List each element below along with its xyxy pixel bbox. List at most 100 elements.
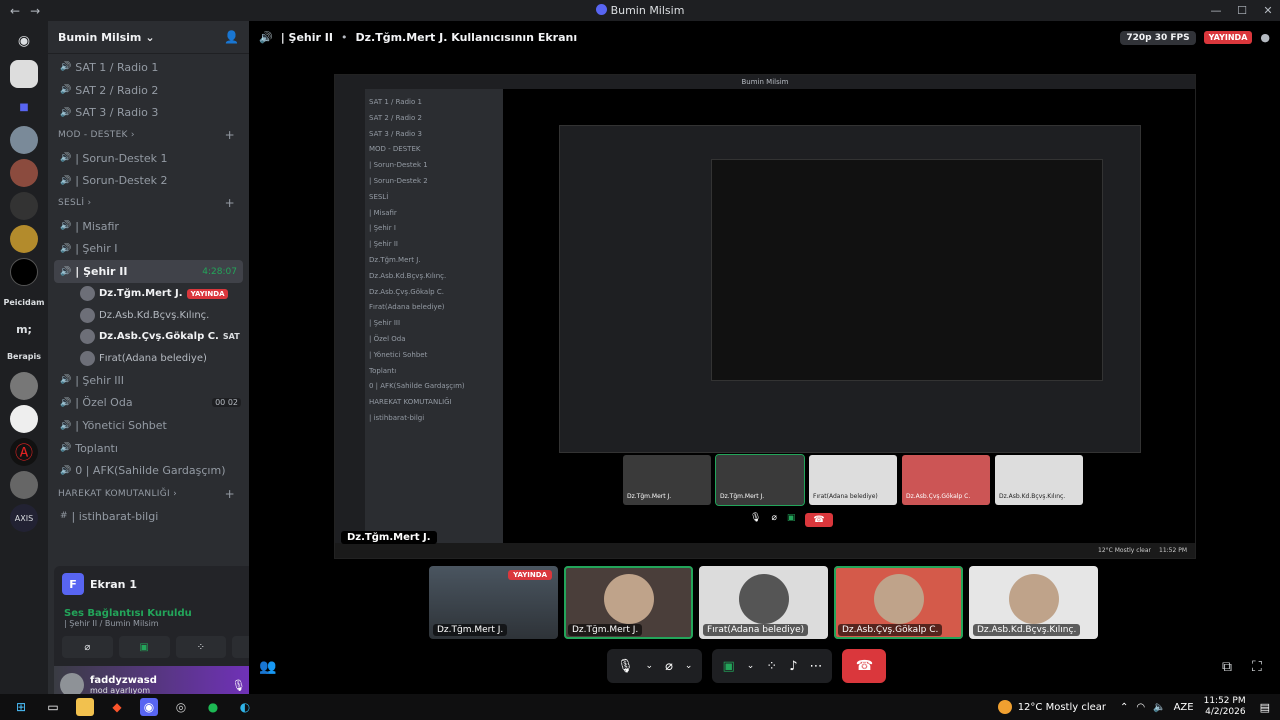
chevron-up-icon[interactable]: ⌃	[1120, 702, 1128, 713]
nested-channel-item: | Özel Oda	[369, 334, 406, 343]
participant-tile[interactable]: YAYINDA Dz.Tğm.Mert J.	[429, 566, 558, 639]
guild-icon-axis[interactable]: AXIS	[10, 504, 38, 532]
channel-yonetici-sohbet[interactable]: 🔊 | Yönetici Sohbet	[54, 414, 243, 437]
guild-icon-5[interactable]	[10, 225, 38, 253]
soundboard-icon[interactable]: ♪	[789, 659, 797, 674]
screen-share-button-icon[interactable]: ▣	[118, 636, 170, 658]
spotify-icon[interactable]: ●	[204, 698, 222, 716]
task-view-icon[interactable]: ▭	[44, 698, 62, 716]
activities-icon[interactable]: ⁘	[766, 659, 777, 674]
guild-icon-4[interactable]	[10, 192, 38, 220]
maximize-button[interactable]: ☐	[1230, 4, 1254, 17]
popout-icon[interactable]: ⧉	[1222, 659, 1232, 675]
activities-icon[interactable]: ⁘	[175, 636, 227, 658]
mic-camera-group: 🎙 ⌄ ⌀ ⌄	[607, 649, 703, 683]
invite-icon[interactable]: 👥	[259, 659, 276, 675]
channel-sat1[interactable]: 🔊 SAT 1 / Radio 1	[54, 56, 243, 79]
nested-controls: 🎙 ⌀ ▣ ☎	[750, 513, 833, 527]
add-channel-icon[interactable]: +	[225, 487, 243, 501]
guild-icon-9[interactable]	[10, 471, 38, 499]
channel-istihbarat[interactable]: # | istihbarat-bilgi	[54, 505, 243, 528]
guild-icon-7[interactable]	[10, 372, 38, 400]
participant-tile[interactable]: Dz.Asb.Kd.Bçvş.Kılınç.	[969, 566, 1098, 639]
notification-icon[interactable]: ▤	[1260, 701, 1270, 714]
server-name: Bumin Milsim	[58, 30, 142, 44]
end-call-button[interactable]: ☎	[842, 649, 887, 683]
voice-member[interactable]: Fırat(Adana belediye)	[54, 347, 243, 369]
camera-off-icon[interactable]: ⌀	[665, 659, 673, 674]
voice-member[interactable]: Dz.Asb.Kd.Bçvş.Kılınç.	[54, 304, 243, 326]
nested-tile: Dz.Asb.Çvş.Gökalp C.	[902, 455, 990, 505]
nested-tile: Dz.Tğm.Mert J.	[623, 455, 711, 505]
camera-icon[interactable]: ⌀	[62, 636, 113, 658]
server-header[interactable]: Bumin Milsim ⌄ 👤	[48, 21, 249, 54]
anarchy-icon[interactable]: Ⓐ	[10, 438, 38, 466]
channel-misafir[interactable]: 🔊 | Misafir	[54, 215, 243, 238]
title-bar: ← → Bumin Milsim — ☐ ✕	[0, 0, 1280, 21]
nested-channel-item: | Şehir I	[369, 224, 396, 233]
channel-sat3[interactable]: 🔊 SAT 3 / Radio 3	[54, 101, 243, 124]
channel-sorun-destek-2[interactable]: 🔊 | Sorun-Destek 2	[54, 169, 243, 192]
guild-icon-6[interactable]	[10, 258, 38, 286]
windows-taskbar: ⊞ ▭ ◆ ◉ ◎ ● ◐ 12°C Mostly clear ⌃ ◠ 🔈 AZ…	[0, 694, 1280, 720]
chevron-down-icon[interactable]: ⌄	[685, 661, 693, 671]
back-arrow-icon[interactable]: ←	[10, 4, 20, 18]
weather-widget[interactable]: 12°C Mostly clear	[997, 700, 1106, 714]
chat-bubble-icon[interactable]: ●	[1260, 31, 1270, 44]
channel-sehir-3[interactable]: 🔊 | Şehir III	[54, 369, 243, 392]
mic-icon[interactable]: 🎙	[617, 659, 634, 674]
guild-icon-8[interactable]	[10, 405, 38, 433]
stream-video[interactable]: Bumin Milsim SAT 1 / Radio 1 SAT 2 / Radi…	[334, 74, 1196, 559]
folder-icon[interactable]: ■	[10, 93, 38, 121]
clock[interactable]: 11:52 PM 4/2/2026	[1204, 696, 1246, 718]
edge-icon[interactable]: ◐	[236, 698, 254, 716]
windows-start-icon[interactable]: ⊞	[12, 698, 30, 716]
channel-sehir-1[interactable]: 🔊 | Şehir I	[54, 238, 243, 261]
channel-ozel-oda[interactable]: 🔊 | Özel Oda 00 02	[54, 392, 243, 415]
guild-label-peicidam[interactable]: Peicidam	[2, 291, 46, 313]
add-channel-icon[interactable]: +	[225, 196, 243, 210]
voice-member[interactable]: Dz.Tğm.Mert J. YAYINDA	[54, 283, 243, 305]
participant-tile[interactable]: Dz.Asb.Çvş.Gökalp C.	[834, 566, 963, 639]
guild-label-berapis[interactable]: Berapis	[2, 345, 46, 367]
discord-home-icon[interactable]: ◉	[10, 27, 38, 55]
channel-sat2[interactable]: 🔊 SAT 2 / Radio 2	[54, 79, 243, 102]
nested-channel-item: Dz.Asb.Kd.Bçvş.Kılınç.	[369, 271, 447, 280]
minimize-button[interactable]: —	[1204, 4, 1228, 17]
participant-tile[interactable]: Dz.Tğm.Mert J.	[564, 566, 693, 639]
chrome-icon[interactable]: ◎	[172, 698, 190, 716]
more-options-icon[interactable]: ⋯	[809, 659, 822, 674]
channel-toplanti[interactable]: 🔊 Toplantı	[54, 437, 243, 460]
close-button[interactable]: ✕	[1256, 4, 1280, 17]
channel-afk[interactable]: 🔊 0 | AFK(Sahilde Gardaşçım)	[54, 460, 243, 483]
screen-share-icon[interactable]: ▣	[722, 659, 734, 674]
guild-icon-3[interactable]	[10, 159, 38, 187]
chevron-down-icon[interactable]: ⌄	[747, 661, 755, 671]
category-sesli[interactable]: SESLİ › +	[54, 192, 243, 215]
voice-member[interactable]: Dz.Asb.Çvş.Gökalp C. SAT	[54, 326, 243, 348]
discord-icon[interactable]: ◉	[140, 698, 158, 716]
add-channel-icon[interactable]: +	[225, 128, 243, 142]
nested-stream-video-2	[711, 159, 1103, 381]
guild-icon-2[interactable]	[10, 126, 38, 154]
participant-tile[interactable]: Fırat(Adana belediye)	[699, 566, 828, 639]
mic-icon[interactable]: 🎙	[231, 679, 245, 692]
fullscreen-icon[interactable]: ⛶	[1252, 659, 1262, 675]
forward-arrow-icon[interactable]: →	[30, 4, 40, 18]
add-member-icon[interactable]: 👤	[224, 30, 239, 44]
volume-icon[interactable]: 🔈	[1153, 702, 1165, 713]
channel-sorun-destek-1[interactable]: 🔊 | Sorun-Destek 1	[54, 147, 243, 170]
brave-browser-icon[interactable]: ◆	[108, 698, 126, 716]
category-mod-destek[interactable]: MOD - DESTEK › +	[54, 124, 243, 147]
file-explorer-icon[interactable]	[76, 698, 94, 716]
guild-icon-bumin[interactable]	[10, 60, 38, 88]
speaker-icon: 🔊	[60, 266, 72, 277]
chevron-down-icon[interactable]: ⌄	[646, 661, 654, 671]
speaker-icon: 🔊	[60, 153, 72, 164]
guild-label-m[interactable]: m;	[2, 318, 46, 340]
avatar	[80, 350, 95, 366]
language-indicator[interactable]: AZE	[1174, 702, 1194, 713]
wifi-icon[interactable]: ◠	[1136, 702, 1145, 713]
category-harekat[interactable]: HAREKAT KOMUTANLIĞI › +	[54, 482, 243, 505]
channel-sehir-2[interactable]: 🔊 | Şehir II 4:28:07	[54, 260, 243, 283]
